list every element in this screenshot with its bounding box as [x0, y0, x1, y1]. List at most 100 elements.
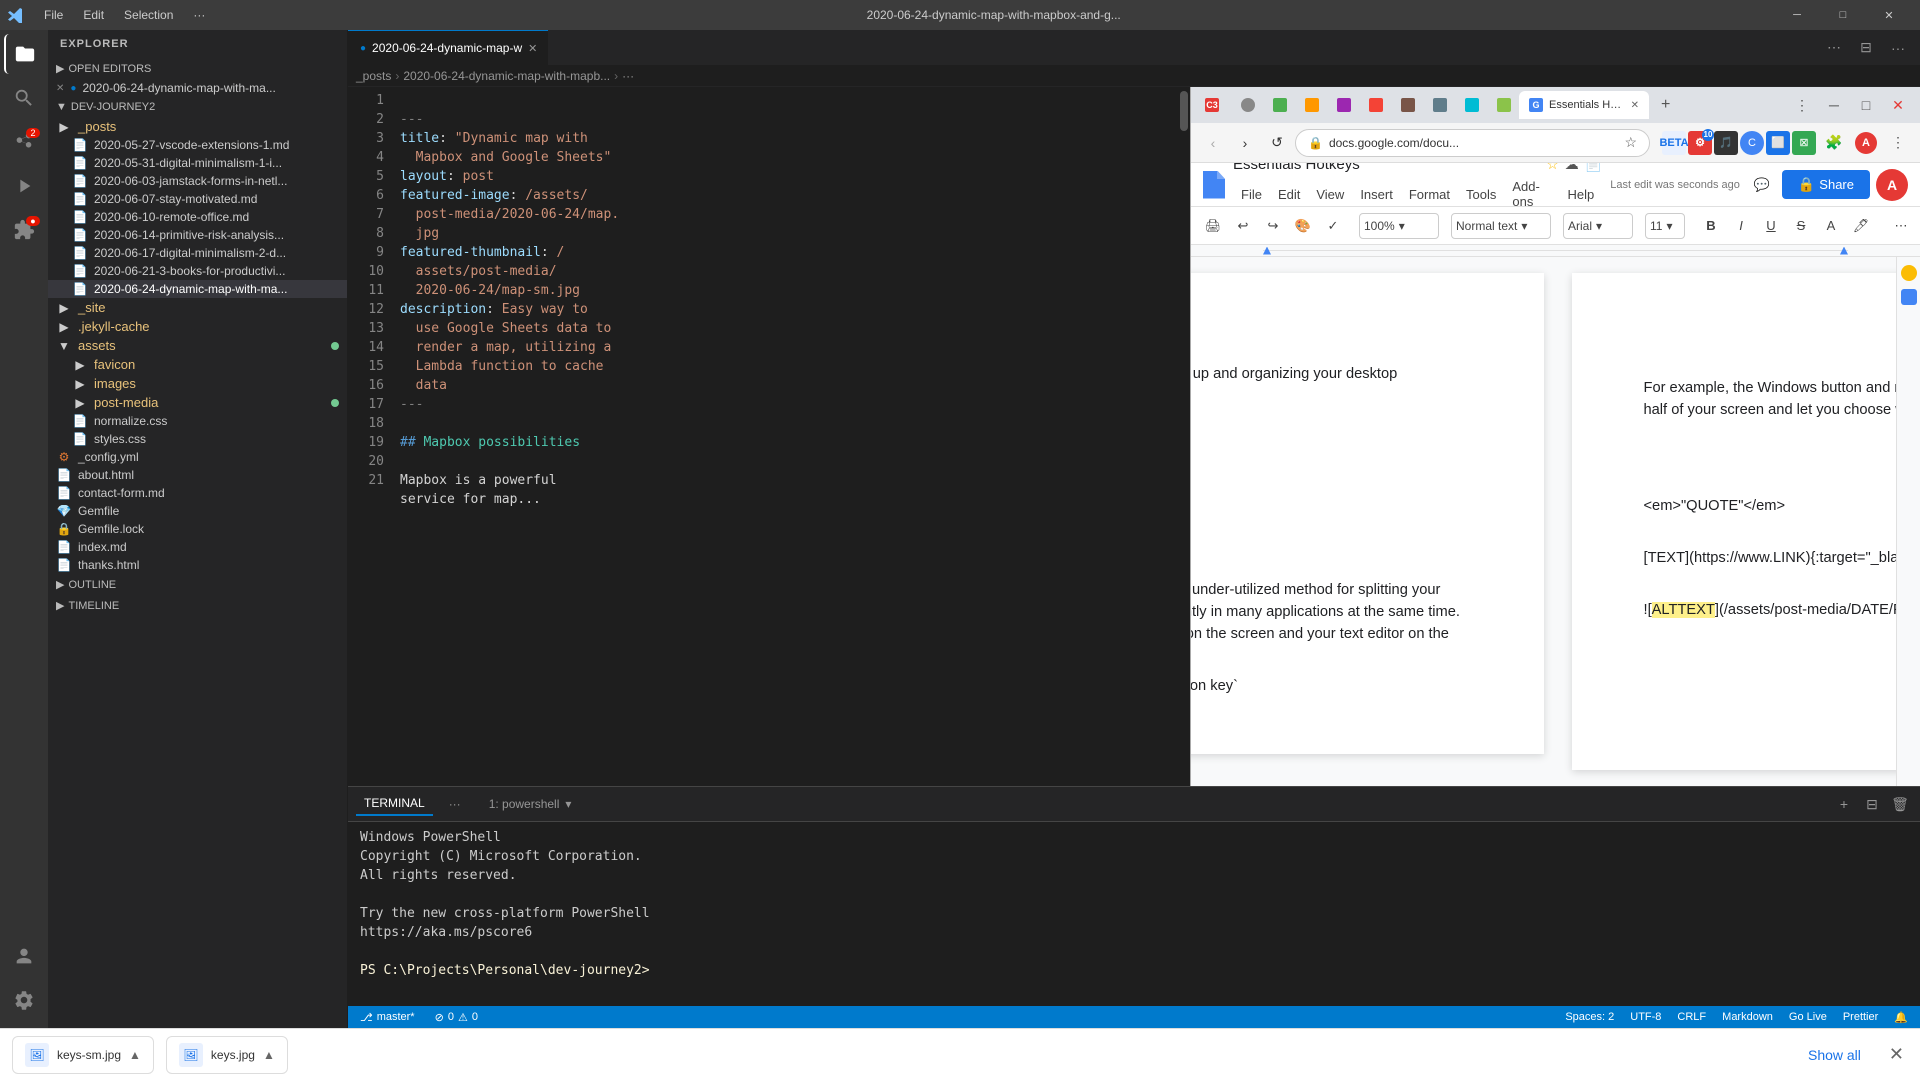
toolbar-italic-btn[interactable]: I — [1727, 212, 1755, 240]
share-button[interactable]: 🔒Share — [1782, 170, 1870, 199]
ext-icon-4[interactable]: ⬜ — [1766, 131, 1790, 155]
split-down-button[interactable]: ⊟ — [1852, 34, 1880, 62]
toolbar-redo-btn[interactable]: ↪ — [1259, 212, 1287, 240]
run-icon[interactable] — [4, 166, 44, 206]
timeline-section[interactable]: ▶ TIMELINE — [48, 595, 347, 616]
minimize-button[interactable]: ─ — [1774, 0, 1820, 30]
star-icon[interactable]: ☆ — [1546, 163, 1559, 173]
sidebar-file-styles[interactable]: 📄 styles.css — [48, 430, 347, 448]
gdocs-menu-file[interactable]: File — [1233, 183, 1270, 206]
sidebar-file-contact[interactable]: 📄 contact-form.md — [48, 484, 347, 502]
breadcrumb-file[interactable]: 2020-06-24-dynamic-map-with-mapb... — [403, 69, 610, 83]
sidebar-file-thanks[interactable]: 📄 thanks.html — [48, 556, 347, 574]
browser-close-icon[interactable]: ✕ — [1884, 91, 1912, 119]
gdocs-menu-format[interactable]: Format — [1401, 183, 1458, 206]
sidebar-folder-assets[interactable]: ▼ assets — [48, 336, 347, 355]
comments-icon[interactable]: 💬 — [1748, 171, 1776, 199]
toolbar-highlight-btn[interactable]: 🖊 — [1847, 212, 1875, 240]
show-all-button[interactable]: Show all — [1796, 1041, 1873, 1069]
gdocs-menu-help[interactable]: Help — [1559, 183, 1602, 206]
sidebar-folder-jekyll[interactable]: ▶ .jekyll-cache — [48, 317, 347, 336]
editor-tab-active[interactable]: ● 2020-06-24-dynamic-map-w ✕ — [348, 30, 548, 65]
download-chevron-2[interactable]: ▲ — [263, 1048, 275, 1062]
search-icon[interactable] — [4, 78, 44, 118]
status-lineending[interactable]: CRLF — [1673, 1011, 1710, 1023]
status-bell-icon[interactable]: 🔔 — [1890, 1011, 1912, 1024]
toolbar-more-btn[interactable]: ⋯ — [1887, 212, 1915, 240]
ext-icon-5[interactable]: ⊠ — [1792, 131, 1816, 155]
sidebar-folder-site[interactable]: ▶ _site — [48, 298, 347, 317]
ext-icon-3[interactable]: C — [1740, 131, 1764, 155]
terminal-split-icon[interactable]: ⊟ — [1860, 792, 1884, 816]
maximize-button[interactable]: □ — [1820, 0, 1866, 30]
toolbar-undo-btn[interactable]: ↩ — [1229, 212, 1257, 240]
sidebar-file-9[interactable]: 📄 2020-06-24-dynamic-map-with-ma... — [48, 280, 347, 298]
download-item-2[interactable]: 🖼 keys.jpg ▲ — [166, 1036, 288, 1074]
sidebar-file-gemfile[interactable]: 💎 Gemfile — [48, 502, 347, 520]
gdocs-menu-insert[interactable]: Insert — [1352, 183, 1401, 206]
terminal-trash-icon[interactable]: 🗑 — [1888, 792, 1912, 816]
outline-section[interactable]: ▶ OUTLINE — [48, 574, 347, 595]
close-tab-icon[interactable]: ✕ — [1631, 100, 1639, 111]
breadcrumb-posts[interactable]: _posts — [356, 69, 391, 83]
open-editors-section[interactable]: ▶ OPEN EDITORS — [48, 58, 347, 79]
sidebar-file-gemfilelock[interactable]: 🔒 Gemfile.lock — [48, 520, 347, 538]
ext-icon-2[interactable]: 🎵 — [1714, 131, 1738, 155]
user-avatar[interactable]: A — [1876, 169, 1908, 201]
toolbar-zoom-select[interactable]: 100% ▾ — [1359, 213, 1439, 239]
toolbar-print-btn[interactable]: 🖨 — [1199, 212, 1227, 240]
browser-tab-5[interactable] — [1327, 91, 1357, 119]
ext-icon-1[interactable]: ⚙ 10 — [1688, 131, 1712, 155]
code-content[interactable]: --- title: "Dynamic map with Mapbox and … — [392, 87, 1118, 786]
gdocs-page-2[interactable]: For example, the Windows button and righ… — [1572, 273, 1897, 770]
sidebar-file-4[interactable]: 📄 2020-06-07-stay-motivated.md — [48, 190, 347, 208]
shell-chevron-icon[interactable]: ▾ — [565, 797, 571, 811]
new-tab-button[interactable]: + — [1651, 91, 1681, 119]
browser-settings-button[interactable]: ⋮ — [1884, 129, 1912, 157]
sidebar-file-6[interactable]: 📄 2020-06-14-primitive-risk-analysis... — [48, 226, 347, 244]
gdocs-menu-view[interactable]: View — [1308, 183, 1352, 206]
terminal-add-icon[interactable]: + — [1832, 792, 1856, 816]
status-liveserver[interactable]: Go Live — [1785, 1011, 1831, 1023]
profile-button[interactable]: A — [1852, 129, 1880, 157]
toolbar-underline-btn[interactable]: U — [1757, 212, 1785, 240]
status-prettier[interactable]: Prettier — [1839, 1011, 1882, 1023]
browser-tab-7[interactable] — [1391, 91, 1421, 119]
sidebar-file-3[interactable]: 📄 2020-06-03-jamstack-forms-in-netl... — [48, 172, 347, 190]
terminal-tab[interactable]: TERMINAL — [356, 792, 433, 816]
sidebar-file-normalize[interactable]: 📄 normalize.css — [48, 412, 347, 430]
url-bar[interactable]: 🔒 docs.google.com/docu... ☆ — [1295, 129, 1650, 157]
browser-tab-9[interactable] — [1455, 91, 1485, 119]
sidebar-folder-images[interactable]: ▶ images — [48, 374, 347, 393]
sidebar-file-2[interactable]: 📄 2020-05-31-digital-minimalism-1-i... — [48, 154, 347, 172]
sidebar-file-1[interactable]: 📄 2020-05-27-vscode-extensions-1.md — [48, 136, 347, 154]
browser-tab-10[interactable] — [1487, 91, 1517, 119]
sidebar-folder-favicon[interactable]: ▶ favicon — [48, 355, 347, 374]
extensions-icon[interactable]: ● — [4, 210, 44, 250]
gdocs-menu-edit[interactable]: Edit — [1270, 183, 1308, 206]
toolbar-fontsize-select[interactable]: 11 ▾ — [1645, 213, 1685, 239]
sidebar-file-about[interactable]: 📄 about.html — [48, 466, 347, 484]
account-icon[interactable] — [4, 936, 44, 976]
beta-icon[interactable]: BETA — [1662, 131, 1686, 155]
split-editor-button[interactable]: ⋯ — [1820, 34, 1848, 62]
browser-more-icon[interactable]: ⋮ — [1788, 91, 1816, 119]
refresh-button[interactable]: ↺ — [1263, 129, 1291, 157]
browser-tab-2[interactable] — [1231, 91, 1261, 119]
browser-tab-3[interactable] — [1263, 91, 1293, 119]
status-encoding[interactable]: UTF-8 — [1626, 1011, 1665, 1023]
sidebar-file-7[interactable]: 📄 2020-06-17-digital-minimalism-2-d... — [48, 244, 347, 262]
status-branch[interactable]: ⎇ master* — [356, 1011, 419, 1024]
sidebar-file-index[interactable]: 📄 index.md — [48, 538, 347, 556]
breadcrumb-more[interactable]: ··· — [622, 69, 634, 83]
sidebar-file-8[interactable]: 📄 2020-06-21-3-books-for-productivi... — [48, 262, 347, 280]
gdocs-menu-tools[interactable]: Tools — [1458, 183, 1504, 206]
settings-icon[interactable] — [4, 980, 44, 1020]
close-button[interactable]: ✕ — [1866, 0, 1912, 30]
close-downloads-button[interactable]: ✕ — [1885, 1040, 1908, 1069]
toolbar-font-select[interactable]: Arial ▾ — [1563, 213, 1633, 239]
browser-tab-6[interactable] — [1359, 91, 1389, 119]
gdocs-page-1[interactable]: ### Navigate windows This will make you … — [1191, 273, 1544, 754]
more-actions-button[interactable]: ··· — [1884, 34, 1912, 62]
browser-minimize-icon[interactable]: ─ — [1820, 91, 1848, 119]
